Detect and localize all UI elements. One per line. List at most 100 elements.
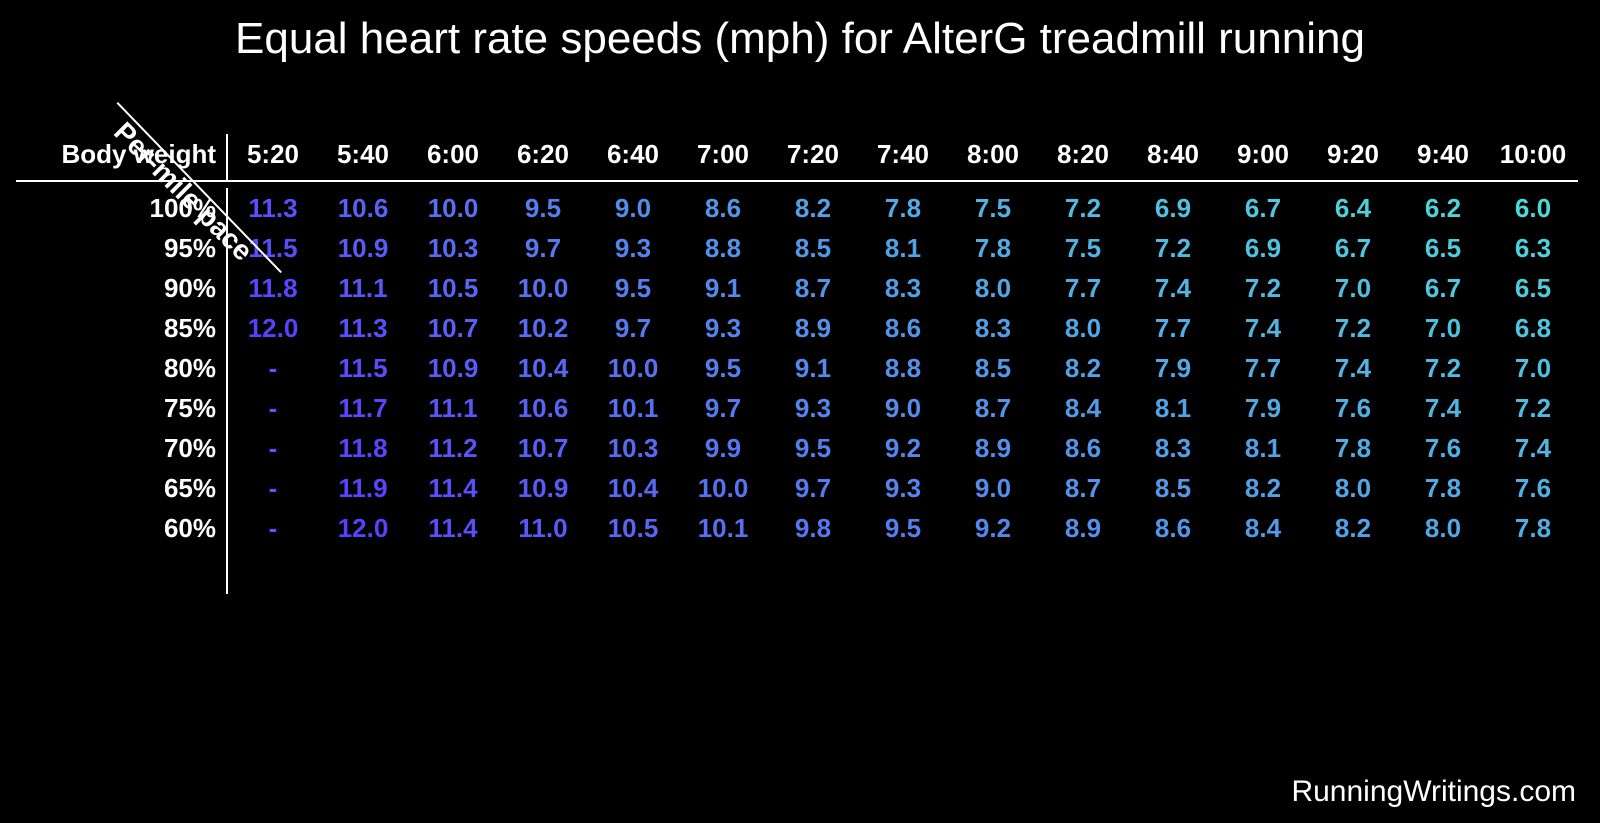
row-header: 75% (16, 388, 227, 428)
table-row: 100%11.310.610.09.59.08.68.27.87.57.26.9… (16, 188, 1578, 228)
data-cell: 6.3 (1488, 228, 1578, 268)
data-cell: 7.2 (1308, 308, 1398, 348)
data-cell: 8.1 (858, 228, 948, 268)
data-cell: - (227, 468, 318, 508)
row-header: 95% (16, 228, 227, 268)
column-header: 6:20 (498, 134, 588, 181)
data-cell: 9.9 (678, 428, 768, 468)
data-cell: 7.2 (1038, 188, 1128, 228)
data-cell: 8.6 (1038, 428, 1128, 468)
data-cell: 9.7 (588, 308, 678, 348)
data-cell: 6.5 (1398, 228, 1488, 268)
data-cell: 8.4 (1218, 508, 1308, 548)
column-header: 7:00 (678, 134, 768, 181)
column-header: 9:00 (1218, 134, 1308, 181)
data-cell: 11.5 (227, 228, 318, 268)
data-cell: 6.8 (1488, 308, 1578, 348)
speed-table: Body weight 5:205:406:006:206:407:007:20… (16, 134, 1578, 594)
data-cell: 10.0 (588, 348, 678, 388)
data-cell: 7.4 (1488, 428, 1578, 468)
data-cell: 6.4 (1308, 188, 1398, 228)
row-header: 100% (16, 188, 227, 228)
data-cell: 10.7 (498, 428, 588, 468)
data-cell: 11.7 (318, 388, 408, 428)
data-cell: 10.9 (498, 468, 588, 508)
data-cell: 9.3 (858, 468, 948, 508)
table-row: 65%-11.911.410.910.410.09.79.39.08.78.58… (16, 468, 1578, 508)
data-cell: 6.9 (1128, 188, 1218, 228)
data-cell: 9.5 (588, 268, 678, 308)
data-cell: 10.5 (408, 268, 498, 308)
data-cell: 8.9 (768, 308, 858, 348)
table-tail (16, 548, 1578, 594)
data-cell: 9.7 (678, 388, 768, 428)
data-cell: 8.2 (768, 188, 858, 228)
data-cell: 10.3 (588, 428, 678, 468)
data-cell: 9.8 (768, 508, 858, 548)
column-header: 7:20 (768, 134, 858, 181)
data-cell: 9.7 (498, 228, 588, 268)
row-header: 90% (16, 268, 227, 308)
data-cell: 10.6 (498, 388, 588, 428)
row-header: 65% (16, 468, 227, 508)
column-header: 5:40 (318, 134, 408, 181)
data-cell: 8.5 (1128, 468, 1218, 508)
data-cell: 11.8 (318, 428, 408, 468)
data-cell: - (227, 428, 318, 468)
data-cell: 11.3 (227, 188, 318, 228)
data-cell: 6.7 (1308, 228, 1398, 268)
data-cell: 10.1 (588, 388, 678, 428)
data-cell: 8.4 (1038, 388, 1128, 428)
data-cell: 7.2 (1488, 388, 1578, 428)
data-cell: 8.0 (1308, 468, 1398, 508)
column-header: 10:00 (1488, 134, 1578, 181)
data-cell: 7.8 (948, 228, 1038, 268)
data-cell: 6.7 (1218, 188, 1308, 228)
page-title: Equal heart rate speeds (mph) for AlterG… (0, 0, 1600, 64)
data-cell: 8.3 (1128, 428, 1218, 468)
data-cell: 7.8 (1398, 468, 1488, 508)
data-cell: 10.4 (588, 468, 678, 508)
data-cell: 6.5 (1488, 268, 1578, 308)
data-cell: 7.0 (1488, 348, 1578, 388)
table-row: 90%11.811.110.510.09.59.18.78.38.07.77.4… (16, 268, 1578, 308)
data-cell: 9.3 (768, 388, 858, 428)
table-row: 95%11.510.910.39.79.38.88.58.17.87.57.26… (16, 228, 1578, 268)
data-cell: 7.8 (858, 188, 948, 228)
data-cell: 11.0 (498, 508, 588, 548)
data-cell: 11.1 (408, 388, 498, 428)
data-cell: 8.1 (1128, 388, 1218, 428)
column-header: 5:20 (227, 134, 318, 181)
data-cell: 9.5 (858, 508, 948, 548)
data-cell: 7.5 (948, 188, 1038, 228)
data-cell: 8.9 (1038, 508, 1128, 548)
row-header: 85% (16, 308, 227, 348)
data-cell: 11.3 (318, 308, 408, 348)
data-cell: 8.0 (1038, 308, 1128, 348)
data-cell: 11.9 (318, 468, 408, 508)
data-cell: 7.5 (1038, 228, 1128, 268)
data-cell: 9.1 (768, 348, 858, 388)
data-cell: 12.0 (318, 508, 408, 548)
data-cell: 8.2 (1218, 468, 1308, 508)
chart-area: Per-mile pace Body weight 5:205:406:006:… (0, 134, 1600, 594)
data-cell: 8.7 (768, 268, 858, 308)
table-row: 70%-11.811.210.710.39.99.59.28.98.68.38.… (16, 428, 1578, 468)
column-header: 7:40 (858, 134, 948, 181)
data-cell: 8.2 (1308, 508, 1398, 548)
data-cell: 8.6 (858, 308, 948, 348)
column-header: 8:20 (1038, 134, 1128, 181)
data-cell: 7.7 (1128, 308, 1218, 348)
credit-text: RunningWritings.com (1291, 775, 1576, 809)
data-cell: 9.2 (948, 508, 1038, 548)
data-cell: 9.0 (588, 188, 678, 228)
data-cell: 11.4 (408, 468, 498, 508)
data-cell: 8.6 (1128, 508, 1218, 548)
column-header: 9:20 (1308, 134, 1398, 181)
data-cell: 7.2 (1398, 348, 1488, 388)
data-cell: 10.9 (408, 348, 498, 388)
column-header: 9:40 (1398, 134, 1488, 181)
data-cell: 8.6 (678, 188, 768, 228)
data-cell: 9.5 (678, 348, 768, 388)
data-cell: 10.0 (678, 468, 768, 508)
